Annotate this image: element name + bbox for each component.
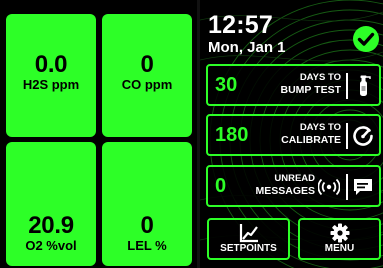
caption-line: MESSAGES	[255, 185, 315, 197]
sensor-grid: 0.0 H2S ppm 0 CO ppm 20.9 O2 %vol 0 LEL …	[3, 11, 194, 267]
sensor-tile-h2s[interactable]: 0.0 H2S ppm	[6, 14, 96, 137]
setpoints-button[interactable]: SETPOINTS	[207, 218, 290, 260]
sensor-tile-co[interactable]: 0 CO ppm	[102, 14, 192, 137]
device-screen: 0.0 H2S ppm 0 CO ppm 20.9 O2 %vol 0 LEL …	[0, 0, 383, 268]
calibrate-caption: DAYS TO CALIBRATE	[281, 122, 341, 146]
message-icon	[352, 175, 374, 199]
status-panel: 12:57 Mon, Jan 1 30 DAYS TO BUMP TEST 18…	[200, 0, 383, 268]
bump-test-card[interactable]: 30 DAYS TO BUMP TEST	[206, 64, 381, 106]
setpoints-label: SETPOINTS	[220, 243, 277, 254]
caption-line: CALIBRATE	[281, 134, 341, 146]
signal-radar-icon	[317, 175, 341, 199]
sensor-value: 0	[140, 51, 154, 78]
sensor-label: H2S ppm	[22, 77, 80, 92]
messages-card[interactable]: 0 UNREAD MESSAGES	[206, 165, 381, 207]
sensor-label: CO ppm	[121, 77, 173, 92]
caption-line: BUMP TEST	[280, 84, 341, 96]
sensor-value: 0	[140, 211, 154, 239]
caption-line: UNREAD	[274, 173, 315, 184]
menu-label: MENU	[324, 243, 355, 254]
unread-messages-value: 0	[215, 175, 227, 197]
card-separator	[346, 123, 348, 149]
caption-line: DAYS TO	[299, 72, 341, 83]
gear-icon	[300, 222, 379, 244]
sensor-tile-o2[interactable]: 20.9 O2 %vol	[6, 142, 96, 266]
days-to-calibrate-value: 180	[215, 124, 249, 146]
gauge-icon	[352, 124, 374, 148]
card-separator	[346, 73, 348, 99]
clock-time: 12:57	[208, 11, 273, 39]
days-to-bump-value: 30	[215, 74, 238, 96]
sensor-value: 0.0	[34, 51, 68, 78]
sensor-value: 20.9	[28, 211, 74, 239]
caption-line: DAYS TO	[299, 122, 341, 133]
chart-line-icon	[209, 222, 288, 244]
gas-bottle-icon	[352, 74, 374, 98]
bump-test-caption: DAYS TO BUMP TEST	[281, 72, 341, 96]
calibrate-card[interactable]: 180 DAYS TO CALIBRATE	[206, 114, 381, 156]
clock-date: Mon, Jan 1	[208, 39, 286, 56]
sensor-tile-lel[interactable]: 0 LEL %	[102, 142, 192, 266]
menu-button[interactable]: MENU	[298, 218, 381, 260]
sensor-label: O2 %vol	[25, 237, 77, 253]
messages-caption: UNREAD MESSAGES	[255, 173, 315, 197]
check-circle-icon	[353, 26, 379, 52]
sensor-label: LEL %	[127, 237, 167, 253]
card-separator	[346, 174, 348, 200]
